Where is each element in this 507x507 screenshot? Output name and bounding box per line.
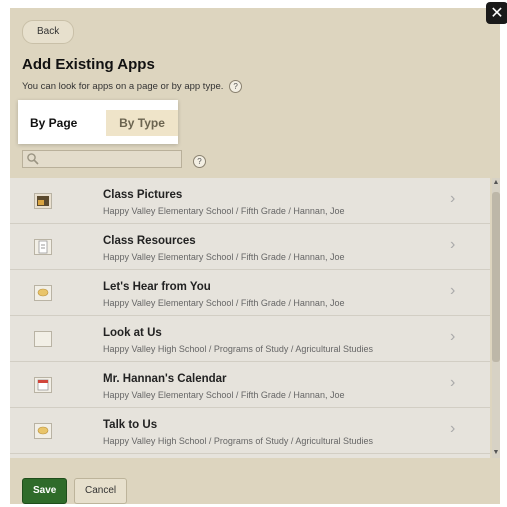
list-item[interactable]: Class Resources Happy Valley Elementary … [10, 224, 490, 270]
app-path: Happy Valley Elementary School / Fifth G… [103, 252, 345, 262]
speech-bubble-icon [34, 285, 52, 301]
app-list: Class Pictures Happy Valley Elementary S… [10, 178, 490, 458]
scroll-down-icon[interactable]: ▼ [492, 448, 500, 458]
cancel-button[interactable]: Cancel [74, 478, 128, 504]
list-scrollbar[interactable]: ▲ ▼ [492, 178, 500, 458]
chevron-right-icon: › [450, 328, 456, 345]
back-button[interactable]: Back [22, 20, 75, 44]
chevron-right-icon: › [450, 282, 456, 299]
chevron-right-icon: › [450, 236, 456, 253]
tab-by-type[interactable]: By Type [106, 110, 178, 136]
app-path: Happy Valley Elementary School / Fifth G… [103, 206, 345, 216]
document-icon [34, 239, 52, 255]
close-button[interactable]: ✕ [486, 2, 507, 24]
app-title: Class Resources [103, 235, 196, 247]
photo-icon [34, 193, 52, 209]
speech-bubble-icon [34, 423, 52, 439]
help-icon[interactable]: ? [229, 80, 243, 93]
app-title: Talk to Us [103, 419, 158, 431]
app-path: Happy Valley High School / Programs of S… [103, 344, 373, 354]
subtitle-text: You can look for apps on a page or by ap… [22, 81, 224, 93]
dialog-footer: Save Cancel [10, 458, 500, 504]
search-help-icon[interactable]: ? [193, 155, 206, 169]
dialog-title: Add Existing Apps [22, 56, 155, 73]
scroll-up-icon[interactable]: ▲ [492, 178, 500, 188]
list-item[interactable]: Mr. Hannan's Calendar Happy Valley Eleme… [10, 362, 490, 408]
tab-bar: By Page By Type [18, 100, 178, 144]
save-button[interactable]: Save [22, 478, 68, 504]
list-item[interactable]: Let's Hear from You Happy Valley Element… [10, 270, 490, 316]
list-item[interactable]: Talk to Us Happy Valley High School / Pr… [10, 408, 490, 454]
chevron-right-icon: › [450, 420, 456, 437]
list-item[interactable]: Look at Us Happy Valley High School / Pr… [10, 316, 490, 362]
app-path: Happy Valley Elementary School / Fifth G… [103, 390, 345, 400]
app-title: Look at Us [103, 327, 162, 339]
add-existing-apps-dialog: ✕ Back Add Existing Apps You can look fo… [10, 2, 507, 504]
search-input[interactable] [22, 150, 182, 168]
list-item[interactable]: Class Pictures Happy Valley Elementary S… [10, 178, 490, 224]
chevron-right-icon: › [450, 374, 456, 391]
dialog-subtitle: You can look for apps on a page or by ap… [22, 80, 243, 93]
app-title: Let's Hear from You [103, 281, 211, 293]
search-help[interactable]: ? [190, 153, 206, 171]
tab-by-page[interactable]: By Page [24, 110, 84, 136]
calendar-icon [34, 377, 52, 393]
search-icon [27, 153, 39, 165]
app-title: Class Pictures [103, 189, 183, 201]
app-title: Mr. Hannan's Calendar [103, 373, 227, 385]
chevron-right-icon: › [450, 190, 456, 207]
app-path: Happy Valley High School / Programs of S… [103, 436, 373, 446]
app-path: Happy Valley Elementary School / Fifth G… [103, 298, 345, 308]
scroll-thumb[interactable] [492, 192, 500, 362]
blank-icon [34, 331, 52, 347]
